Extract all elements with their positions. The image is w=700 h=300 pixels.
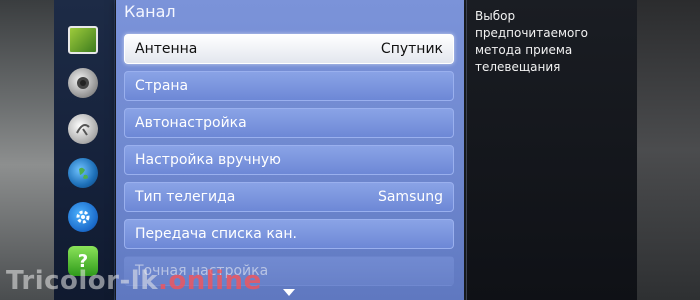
channel-menu: Канал Антенна Спутник Страна Автонастрой… xyxy=(116,0,464,300)
watermark: Tricolor-lk.online xyxy=(6,266,262,296)
menu-item-value: Samsung xyxy=(377,189,443,205)
menu-item-value: Спутник xyxy=(380,41,443,57)
network-icon[interactable] xyxy=(68,158,98,188)
menu-item-label: Передача списка кан. xyxy=(135,226,297,242)
menu-item-label: Настройка вручную xyxy=(135,152,281,168)
channel-icon[interactable] xyxy=(68,114,98,144)
menu-item-channel-list-transfer[interactable]: Передача списка кан. xyxy=(124,219,454,249)
menu-item-label: Страна xyxy=(135,78,189,94)
background-right xyxy=(630,0,700,300)
menu-item-country[interactable]: Страна xyxy=(124,71,454,101)
help-panel: Выбор предпочитаемого метода приема теле… xyxy=(466,0,637,300)
menu-title: Канал xyxy=(124,2,176,21)
menu-item-guide-type[interactable]: Тип телегида Samsung xyxy=(124,182,454,212)
background-left xyxy=(0,0,60,300)
menu-item-auto-tuning[interactable]: Автонастройка xyxy=(124,108,454,138)
menu-item-label: Автонастройка xyxy=(135,115,247,131)
scroll-down-icon[interactable] xyxy=(283,289,295,296)
menu-item-label: Тип телегида xyxy=(135,189,236,205)
help-text: Выбор предпочитаемого метода приема теле… xyxy=(475,9,588,74)
watermark-prefix: Tricolor-lk xyxy=(6,266,158,296)
sound-icon[interactable] xyxy=(68,68,98,98)
system-icon[interactable] xyxy=(68,202,98,232)
menu-item-label: Антенна xyxy=(135,41,198,57)
menu-item-antenna[interactable]: Антенна Спутник xyxy=(124,34,454,64)
watermark-suffix: .online xyxy=(157,266,262,296)
menu-item-manual-tuning[interactable]: Настройка вручную xyxy=(124,145,454,175)
picture-icon[interactable] xyxy=(68,26,98,54)
category-sidebar: ? xyxy=(54,0,115,300)
